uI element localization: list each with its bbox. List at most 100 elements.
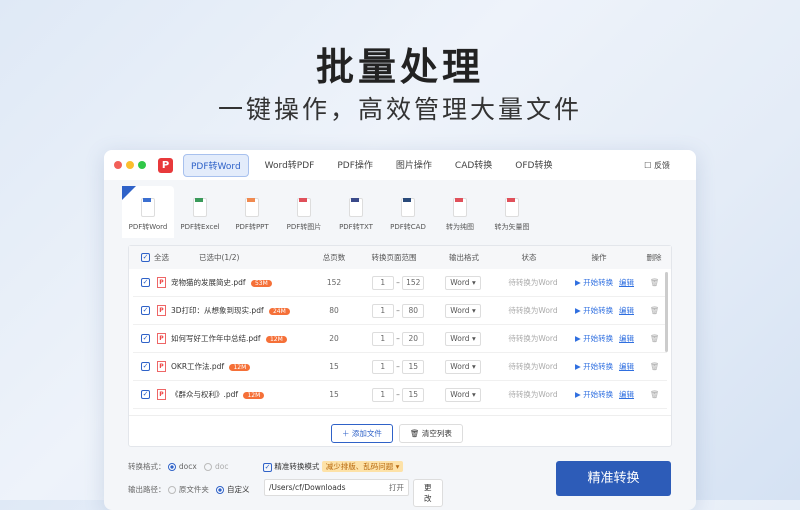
tool-item[interactable]: 转为纯图 bbox=[434, 186, 486, 238]
row-checkbox[interactable]: ✓ bbox=[141, 362, 150, 371]
precise-mode-checkbox[interactable]: ✓ bbox=[263, 463, 272, 472]
range-to-input[interactable]: 15 bbox=[402, 387, 425, 402]
edit-link[interactable]: 编辑 bbox=[619, 389, 634, 400]
file-type-icon bbox=[505, 198, 519, 217]
tab-1[interactable]: Word转PDF bbox=[258, 154, 322, 177]
format-value: Word bbox=[450, 333, 470, 343]
edit-link[interactable]: 编辑 bbox=[619, 305, 634, 316]
row-checkbox[interactable]: ✓ bbox=[141, 278, 150, 287]
tool-label: PDF转Excel bbox=[180, 223, 220, 231]
edit-link[interactable]: 编辑 bbox=[619, 277, 634, 288]
tab-0[interactable]: PDF转Word bbox=[183, 153, 249, 177]
docx-label: docx bbox=[178, 462, 197, 471]
tool-label: PDF转TXT bbox=[339, 223, 373, 231]
feedback-label: 反馈 bbox=[654, 160, 670, 170]
range-from-input[interactable]: 1 bbox=[371, 387, 394, 402]
custom-path-radio[interactable]: 自定义 bbox=[216, 485, 250, 494]
start-convert-button[interactable]: ▶ 开始转换 bbox=[575, 333, 613, 344]
header-status: 状态 bbox=[521, 253, 537, 262]
format-select[interactable]: Word ▾ bbox=[445, 303, 481, 318]
tool-label: PDF转Word bbox=[128, 223, 168, 231]
table-row[interactable]: ✓ P OKR工作法.pdf 12M 15 1 – 15 Word ▾ 待转换为Word ▶ … bbox=[133, 353, 667, 381]
range-from-input[interactable]: 1 bbox=[371, 331, 394, 346]
tab-3[interactable]: 图片操作 bbox=[389, 154, 439, 177]
range-from-input[interactable]: 1 bbox=[371, 275, 394, 290]
pdf-file-icon: P bbox=[157, 361, 166, 372]
start-label: 开始转换 bbox=[583, 390, 614, 399]
page-count: 15 bbox=[329, 362, 339, 371]
trash-icon[interactable]: 🗑 bbox=[650, 334, 660, 343]
range-to-input[interactable]: 20 bbox=[402, 331, 425, 346]
row-checkbox[interactable]: ✓ bbox=[141, 306, 150, 315]
trash-icon[interactable]: 🗑 bbox=[650, 306, 660, 315]
trash-icon[interactable]: 🗑 bbox=[650, 278, 660, 287]
open-folder-button[interactable]: 打开 bbox=[389, 480, 404, 495]
file-type-icon bbox=[141, 198, 155, 217]
output-path-input[interactable]: /Users/cf/Downloads 打开 bbox=[264, 479, 409, 496]
custom-label: 自定义 bbox=[227, 485, 250, 494]
row-checkbox[interactable]: ✓ bbox=[141, 390, 150, 399]
format-select[interactable]: Word ▾ bbox=[445, 331, 481, 346]
source-folder-radio[interactable]: 原文件夹 bbox=[167, 485, 209, 494]
tool-item[interactable]: PDF转PPT bbox=[226, 186, 278, 238]
format-value: Word bbox=[450, 389, 470, 399]
file-size-badge: 53M bbox=[250, 280, 272, 287]
tool-item[interactable]: PDF转TXT bbox=[330, 186, 382, 238]
tool-item[interactable]: PDF转Word bbox=[122, 186, 174, 238]
page-range: 1 – 152 bbox=[363, 275, 433, 290]
file-size-badge: 12M bbox=[243, 392, 265, 399]
status-text: 待转换为Word bbox=[508, 362, 558, 371]
clear-list-label: 清空列表 bbox=[421, 429, 452, 438]
range-to-input[interactable]: 15 bbox=[402, 359, 425, 374]
close-window-button[interactable] bbox=[114, 161, 122, 169]
edit-link[interactable]: 编辑 bbox=[619, 333, 634, 344]
tool-item[interactable]: PDF转图片 bbox=[278, 186, 330, 238]
clear-list-button[interactable]: 🗑 清空列表 bbox=[399, 424, 463, 443]
precise-convert-button[interactable]: 精准转换 bbox=[556, 461, 671, 496]
start-convert-button[interactable]: ▶ 开始转换 bbox=[575, 277, 613, 288]
pdf-file-icon: P bbox=[157, 305, 166, 316]
table-row[interactable]: ✓ P 宠物猫的发展简史.pdf 53M 152 1 – 152 Word ▾ 待转换为Wo… bbox=[133, 269, 667, 297]
header-action: 操作 bbox=[591, 253, 607, 262]
file-type-icon bbox=[297, 198, 311, 217]
range-from-input[interactable]: 1 bbox=[371, 359, 394, 374]
format-select[interactable]: Word ▾ bbox=[445, 387, 481, 402]
tool-label: PDF转PPT bbox=[235, 223, 269, 231]
tab-2[interactable]: PDF操作 bbox=[330, 154, 380, 177]
tool-item[interactable]: 转为矢量图 bbox=[486, 186, 538, 238]
status-text: 待转换为Word bbox=[508, 390, 558, 399]
start-convert-button[interactable]: ▶ 开始转换 bbox=[575, 389, 613, 400]
format-select[interactable]: Word ▾ bbox=[445, 359, 481, 374]
start-label: 开始转换 bbox=[583, 362, 614, 371]
table-row[interactable]: ✓P – ▾▶ 开始转换编辑🗑 bbox=[133, 409, 667, 414]
row-checkbox[interactable]: ✓ bbox=[141, 334, 150, 343]
range-to-input[interactable]: 80 bbox=[402, 303, 425, 318]
select-all-checkbox[interactable]: ✓ bbox=[141, 253, 150, 262]
table-row[interactable]: ✓ P 如何写好工作年中总结.pdf 12M 20 1 – 20 Word ▾ 待转换为Wo… bbox=[133, 325, 667, 353]
precise-tip-dropdown[interactable]: 减少排版、乱码问题 ▾ bbox=[321, 461, 404, 472]
start-convert-button[interactable]: ▶ 开始转换 bbox=[575, 305, 613, 316]
tool-item[interactable]: PDF转CAD bbox=[382, 186, 434, 238]
maximize-window-button[interactable] bbox=[138, 161, 146, 169]
range-from-input[interactable]: 1 bbox=[371, 303, 394, 318]
table-scrollbar[interactable] bbox=[665, 272, 668, 352]
edit-link[interactable]: 编辑 bbox=[619, 361, 634, 372]
doc-radio[interactable]: doc bbox=[203, 462, 228, 471]
feedback-button[interactable]: ☐ 反馈 bbox=[644, 160, 670, 171]
add-file-button[interactable]: ＋ 添加文件 bbox=[331, 424, 393, 443]
table-row[interactable]: ✓ P 《群众与权利》.pdf 12M 15 1 – 15 Word ▾ 待转换为Word ▶… bbox=[133, 381, 667, 409]
trash-icon[interactable]: 🗑 bbox=[650, 362, 660, 371]
range-to-input[interactable]: 152 bbox=[402, 275, 425, 290]
tool-item[interactable]: PDF转Excel bbox=[174, 186, 226, 238]
minimize-window-button[interactable] bbox=[126, 161, 134, 169]
table-row[interactable]: ✓ P 3D打印：从想象到现实.pdf 24M 80 1 – 80 Word ▾ 待转换为W… bbox=[133, 297, 667, 325]
pdf-file-icon: P bbox=[157, 277, 166, 288]
trash-icon[interactable]: 🗑 bbox=[650, 390, 660, 399]
change-path-button[interactable]: 更改 bbox=[413, 479, 443, 507]
format-select[interactable]: Word ▾ bbox=[445, 275, 481, 290]
tab-5[interactable]: OFD转换 bbox=[508, 154, 559, 177]
start-convert-button[interactable]: ▶ 开始转换 bbox=[575, 361, 613, 372]
tab-4[interactable]: CAD转换 bbox=[448, 154, 499, 177]
file-name: 3D打印：从想象到现实.pdf 24M bbox=[171, 305, 290, 316]
docx-radio[interactable]: docx bbox=[167, 462, 197, 471]
